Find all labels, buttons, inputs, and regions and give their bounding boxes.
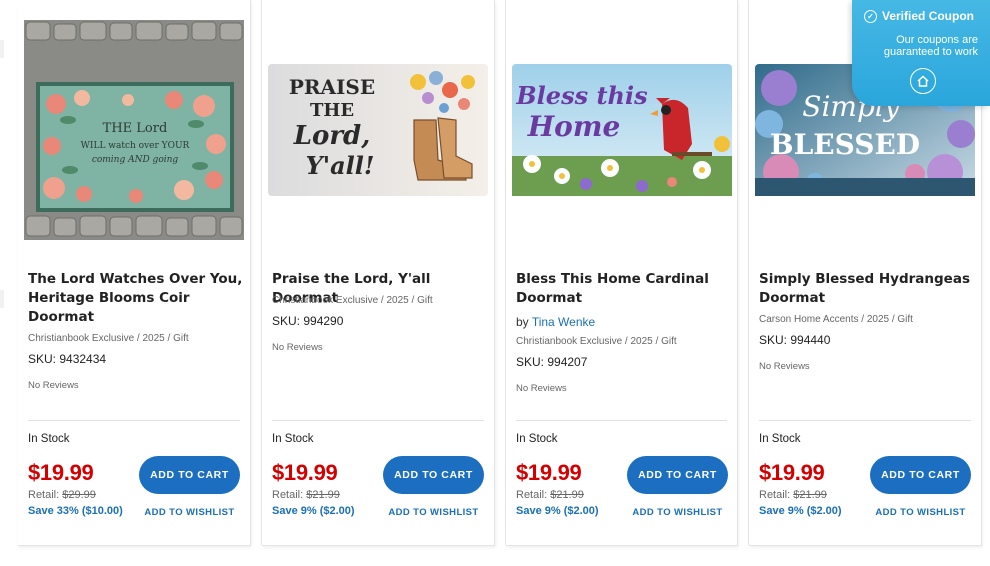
retail-amount: $21.99 (550, 489, 584, 501)
product-card: PRAISE THE Lord, Y'all! Praise the Lord,… (261, 0, 495, 546)
product-publisher: Christianbook Exclusive / 2025 / Gift (516, 336, 677, 347)
stock-status: In Stock (272, 433, 314, 445)
savings: Save 9% ($2.00) (516, 505, 599, 517)
image-text: Home (527, 110, 621, 143)
product-author: by Tina Wenke (516, 315, 595, 329)
retail-label: Retail: (759, 489, 791, 501)
home-icon[interactable] (910, 68, 936, 94)
add-to-wishlist-link[interactable]: ADD TO WISHLIST (627, 507, 728, 518)
product-image[interactable]: PRAISE THE Lord, Y'all! (268, 20, 488, 240)
image-text: Y'all! (306, 151, 375, 180)
product-publisher: Carson Home Accents / 2025 / Gift (759, 314, 913, 325)
image-text: THE (310, 100, 354, 121)
product-title[interactable]: Simply Blessed Hydrangeas Doormat (759, 270, 974, 308)
author-prefix: by (516, 315, 529, 329)
savings: Save 9% ($2.00) (759, 505, 842, 517)
retail-price: Retail: $21.99 (272, 489, 340, 501)
product-publisher: Christianbook Exclusive / 2025 / Gift (272, 295, 433, 306)
retail-price: Retail: $21.99 (516, 489, 584, 501)
stock-status: In Stock (28, 433, 70, 445)
image-text: WILL watch over YOUR (81, 141, 190, 151)
image-text: Lord, (293, 121, 371, 151)
product-card: THE Lord WILL watch over YOUR coming AND… (18, 0, 251, 546)
coir-doormat-image: THE Lord WILL watch over YOUR coming AND… (24, 20, 244, 240)
product-reviews[interactable]: No Reviews (28, 380, 79, 391)
add-to-cart-button[interactable]: ADD TO CART (627, 456, 728, 494)
retail-amount: $29.99 (62, 489, 96, 501)
add-to-cart-button[interactable]: ADD TO CART (139, 456, 240, 494)
stock-status: In Stock (516, 433, 558, 445)
product-card: Bless this Home Bless This Home Cardinal… (505, 0, 738, 546)
savings: Save 33% ($10.00) (28, 505, 123, 517)
add-to-wishlist-link[interactable]: ADD TO WISHLIST (139, 507, 240, 518)
product-reviews[interactable]: No Reviews (759, 361, 810, 372)
divider (28, 420, 240, 421)
stock-status: In Stock (759, 433, 801, 445)
add-to-cart-button[interactable]: ADD TO CART (870, 456, 971, 494)
image-text: PRAISE (289, 75, 375, 99)
retail-price: Retail: $21.99 (759, 489, 827, 501)
add-to-cart-button[interactable]: ADD TO CART (383, 456, 484, 494)
retail-label: Retail: (28, 489, 60, 501)
product-reviews[interactable]: No Reviews (272, 342, 323, 353)
cardinal-doormat-image: Bless this Home (512, 64, 732, 196)
product-grid: THE Lord WILL watch over YOUR coming AND… (0, 0, 990, 566)
product-publisher: Christianbook Exclusive / 2025 / Gift (28, 333, 189, 344)
author-link[interactable]: Tina Wenke (532, 315, 595, 329)
image-text: THE Lord (103, 121, 168, 136)
product-sku: SKU: 994290 (272, 314, 344, 328)
product-title[interactable]: Bless This Home Cardinal Doormat (516, 270, 731, 308)
coupon-header: ✓ Verified Coupon (864, 9, 974, 23)
product-image[interactable]: THE Lord WILL watch over YOUR coming AND… (24, 20, 244, 240)
sale-price: $19.99 (272, 460, 338, 485)
add-to-wishlist-link[interactable]: ADD TO WISHLIST (870, 507, 971, 518)
retail-price: Retail: $29.99 (28, 489, 96, 501)
sale-price: $19.99 (759, 460, 825, 485)
product-reviews[interactable]: No Reviews (516, 383, 567, 394)
verified-coupon-widget[interactable]: ✓ Verified Coupon Our coupons are guaran… (852, 0, 990, 106)
divider (516, 420, 727, 421)
product-image[interactable]: Bless this Home (512, 20, 732, 240)
savings: Save 9% ($2.00) (272, 505, 355, 517)
retail-label: Retail: (516, 489, 548, 501)
check-circle-icon: ✓ (864, 9, 877, 23)
coupon-subtitle-line: guaranteed to work (883, 46, 978, 58)
coupon-subtitle-line: Our coupons are (896, 34, 978, 46)
image-text: coming AND going (92, 155, 179, 165)
product-sku: SKU: 994440 (759, 333, 831, 347)
product-sku: SKU: 9432434 (28, 352, 107, 366)
image-text: Bless this (515, 81, 648, 110)
add-to-wishlist-link[interactable]: ADD TO WISHLIST (383, 507, 484, 518)
retail-amount: $21.99 (793, 489, 827, 501)
coupon-title: Verified Coupon (882, 9, 975, 23)
retail-label: Retail: (272, 489, 304, 501)
image-text: BLESSED (770, 128, 920, 161)
retail-amount: $21.99 (306, 489, 340, 501)
product-title[interactable]: The Lord Watches Over You, Heritage Bloo… (28, 270, 243, 327)
coupon-subtitle: Our coupons are guaranteed to work (884, 34, 978, 58)
praise-doormat-image: PRAISE THE Lord, Y'all! (268, 64, 488, 196)
sale-price: $19.99 (28, 460, 94, 485)
divider (759, 420, 971, 421)
sale-price: $19.99 (516, 460, 582, 485)
product-sku: SKU: 994207 (516, 355, 588, 369)
divider (272, 420, 484, 421)
